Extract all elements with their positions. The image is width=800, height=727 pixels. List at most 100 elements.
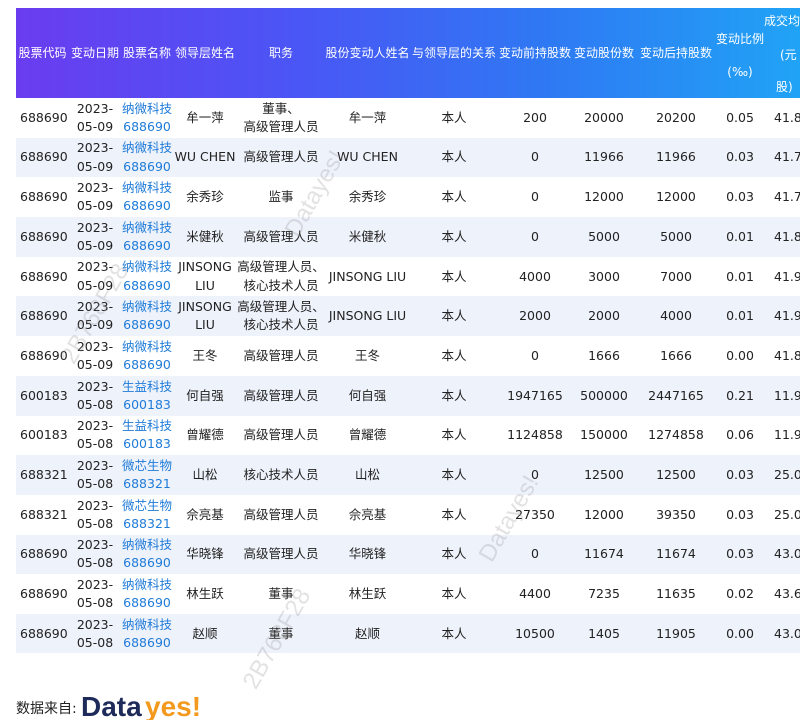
cell-leader-line: JINSONG bbox=[178, 259, 232, 275]
cell-relation: 本人 bbox=[441, 506, 467, 522]
table-row[interactable]: 688690 2023- 05-09 纳微科技 688690 王冬 高级管理人员 王冬 本人 0 1… bbox=[16, 336, 800, 376]
cell-name-line[interactable]: 微芯生物 bbox=[121, 497, 173, 515]
header-name[interactable]: 股票名称 bbox=[121, 8, 173, 98]
cell-name[interactable]: 微芯生物 688321 bbox=[121, 495, 173, 535]
table-row[interactable]: 688690 2023- 05-09 纳微科技 688690 WU CHEN 高级管理人员 W… bbox=[16, 137, 800, 178]
header-change-ratio[interactable]: 变动比例 (‰) bbox=[716, 8, 764, 98]
table-row[interactable]: 688690 2023- 05-09 纳微科技 688690 JINSONG LIU 高级管理… bbox=[16, 296, 800, 337]
cell-leader: 王冬 bbox=[173, 336, 237, 376]
cell-before: 4000 bbox=[519, 268, 551, 284]
header-leader[interactable]: 领导层姓名 bbox=[173, 8, 237, 98]
cell-changer-line: 余秀珍 bbox=[348, 189, 387, 205]
cell-name-line[interactable]: 600183 bbox=[121, 435, 173, 453]
cell-name-line[interactable]: 688321 bbox=[121, 475, 173, 493]
cell-date-line: 2023- bbox=[76, 616, 114, 632]
cell-name-line[interactable]: 纳微科技 bbox=[121, 298, 173, 316]
cell-name-line[interactable]: 纳微科技 bbox=[121, 179, 173, 197]
cell-name[interactable]: 纳微科技 688690 bbox=[121, 614, 173, 653]
cell-name-line[interactable]: 纳微科技 bbox=[121, 576, 173, 594]
cell-name-line[interactable]: 688690 bbox=[121, 634, 173, 652]
cell-code: 688690 bbox=[20, 149, 68, 165]
cell-relation: 本人 bbox=[441, 466, 467, 482]
cell-name-line[interactable]: 纳微科技 bbox=[121, 100, 173, 118]
header-after[interactable]: 变动后持股数 bbox=[636, 8, 716, 98]
cell-name[interactable]: 纳微科技 688690 bbox=[121, 217, 173, 257]
table-row[interactable]: 600183 2023- 05-08 生益科技 600183 曾耀德 高级管理人员 曾耀德 本人… bbox=[16, 416, 800, 456]
cell-date: 2023- 05-09 bbox=[69, 257, 121, 297]
cell-position: 高级管理人员 bbox=[237, 336, 325, 376]
header-change[interactable]: 变动股份数 bbox=[572, 8, 636, 98]
cell-name-line[interactable]: 688690 bbox=[121, 118, 173, 136]
cell-name-line[interactable]: 688690 bbox=[121, 277, 173, 295]
cell-name-line[interactable]: 纳微科技 bbox=[121, 219, 173, 237]
cell-name[interactable]: 微芯生物 688321 bbox=[121, 455, 173, 495]
table-row[interactable]: 688690 2023- 05-08 纳微科技 688690 林生跃 董事 林生跃 本人 4400… bbox=[16, 574, 800, 614]
cell-date-line: 05-09 bbox=[76, 317, 114, 333]
cell-code: 600183 bbox=[20, 387, 68, 403]
table-row[interactable]: 688690 2023- 05-09 纳微科技 688690 JINSONG LIU 高级管理… bbox=[16, 257, 800, 297]
table-row[interactable]: 688690 2023- 05-08 纳微科技 688690 华晓锋 高级管理人员 华晓锋 本人… bbox=[16, 534, 800, 575]
cell-name-line[interactable]: 688690 bbox=[121, 237, 173, 255]
header-position[interactable]: 职务 bbox=[237, 8, 325, 98]
cell-name-line[interactable]: 688321 bbox=[121, 515, 173, 533]
cell-name-line[interactable]: 纳微科技 bbox=[121, 616, 173, 634]
cell-name[interactable]: 纳微科技 688690 bbox=[121, 177, 173, 217]
cell-before: 200 bbox=[523, 109, 547, 125]
header-date[interactable]: 变动日期 bbox=[69, 8, 121, 98]
table-row[interactable]: 688690 2023- 05-09 纳微科技 688690 余秀珍 监事 余秀珍 本人 0 120… bbox=[16, 177, 800, 217]
cell-price: 41.7 bbox=[774, 149, 800, 165]
cell-date: 2023- 05-08 bbox=[69, 416, 121, 456]
cell-name-line[interactable]: 688690 bbox=[121, 158, 173, 176]
cell-name-line[interactable]: 纳微科技 bbox=[121, 338, 173, 356]
cell-leader-line: 曾耀德 bbox=[186, 427, 224, 443]
cell-name-line[interactable]: 微芯生物 bbox=[121, 457, 173, 475]
cell-name[interactable]: 纳微科技 688690 bbox=[121, 535, 173, 575]
header-changer[interactable]: 股份变动人姓名 bbox=[325, 8, 410, 98]
cell-name-line[interactable]: 600183 bbox=[121, 396, 173, 414]
header-before[interactable]: 变动前持股数 bbox=[498, 8, 572, 98]
cell-name-line[interactable]: 688690 bbox=[121, 316, 173, 334]
cell-code: 688690 bbox=[20, 347, 68, 363]
cell-name[interactable]: 纳微科技 688690 bbox=[121, 336, 173, 376]
cell-name[interactable]: 纳微科技 688690 bbox=[121, 257, 173, 297]
cell-pct: 0.03 bbox=[726, 546, 754, 562]
cell-change: 12500 bbox=[584, 466, 624, 482]
cell-date: 2023- 05-09 bbox=[69, 296, 121, 336]
header-relation[interactable]: 与领导层的关系 bbox=[410, 8, 498, 98]
cell-name-line[interactable]: 纳微科技 bbox=[121, 536, 173, 554]
table-row[interactable]: 688321 2023- 05-08 微芯生物 688321 佘亮基 高级管理人员 佘亮基 本人… bbox=[16, 495, 800, 535]
cell-before: 0 bbox=[531, 347, 539, 363]
cell-position-line: 董事 bbox=[268, 586, 294, 602]
cell-name-line[interactable]: 生益科技 bbox=[121, 378, 173, 396]
cell-leader-line: 牟一萍 bbox=[186, 109, 224, 125]
cell-name[interactable]: 纳微科技 688690 bbox=[121, 98, 173, 138]
cell-name[interactable]: 生益科技 600183 bbox=[121, 376, 173, 416]
cell-name-line[interactable]: 纳微科技 bbox=[121, 258, 173, 276]
cell-name-line[interactable]: 688690 bbox=[121, 197, 173, 215]
cell-name-line[interactable]: 纳微科技 bbox=[121, 139, 173, 157]
cell-name-line[interactable]: 688690 bbox=[121, 356, 173, 374]
table-row[interactable]: 688321 2023- 05-08 微芯生物 688321 山松 核心技术人员 山松 本人 0 1… bbox=[16, 455, 800, 495]
header-code[interactable]: 股票代码 bbox=[16, 8, 69, 98]
table-row[interactable]: 688690 2023- 05-08 纳微科技 688690 赵顺 董事 赵顺 本人 10500 1… bbox=[16, 613, 800, 653]
cell-name-line[interactable]: 688690 bbox=[121, 554, 173, 572]
cell-relation: 本人 bbox=[441, 189, 467, 205]
table-row[interactable]: 688690 2023- 05-09 纳微科技 688690 米健秋 高级管理人员 米健秋 本人… bbox=[16, 217, 800, 257]
cell-name[interactable]: 纳微科技 688690 bbox=[121, 296, 173, 336]
cell-position-line: 核心技术人员 bbox=[243, 277, 319, 293]
cell-name[interactable]: 纳微科技 688690 bbox=[121, 138, 173, 178]
cell-changer-line: JINSONG LIU bbox=[328, 308, 407, 324]
cell-relation: 本人 bbox=[441, 149, 467, 165]
cell-name-line[interactable]: 688690 bbox=[121, 594, 173, 612]
cell-name[interactable]: 纳微科技 688690 bbox=[121, 574, 173, 614]
logo-text-yes: yes! bbox=[145, 691, 201, 720]
table-row[interactable]: 600183 2023- 05-08 生益科技 600183 何自强 高级管理人员 何自强 本人… bbox=[16, 375, 800, 416]
table-row[interactable]: 688690 2023- 05-09 纳微科技 688690 牟一萍 董事、 高级管理人员 牟一… bbox=[16, 98, 800, 138]
cell-price: 25.0 bbox=[774, 506, 800, 522]
cell-name[interactable]: 生益科技 600183 bbox=[121, 416, 173, 456]
cell-name-line[interactable]: 生益科技 bbox=[121, 417, 173, 435]
header-avg-price[interactable]: 成交均 (元 股) bbox=[764, 8, 800, 98]
cell-pct: 0.00 bbox=[726, 347, 754, 363]
cell-change: 500000 bbox=[580, 387, 628, 403]
cell-relation: 本人 bbox=[441, 268, 467, 284]
